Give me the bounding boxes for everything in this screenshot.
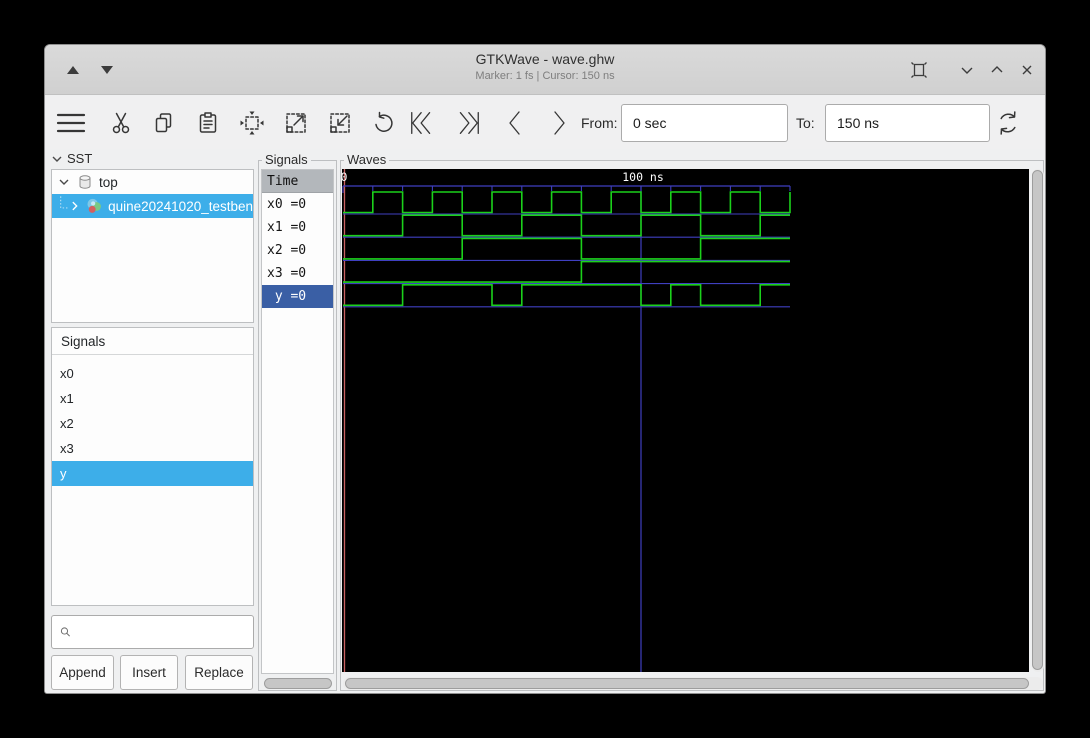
zoom-fit-button[interactable] — [237, 108, 267, 138]
signal-search-box[interactable] — [51, 615, 254, 649]
tree-item-top[interactable]: top — [52, 170, 253, 194]
close-button[interactable] — [1015, 58, 1039, 82]
waves-frame: Waves 0 100 ns — [340, 152, 1044, 691]
waves-horizontal-scrollbar[interactable] — [345, 678, 1029, 689]
reload-icon — [1000, 111, 1016, 135]
close-icon — [1022, 65, 1032, 75]
skip-to-start-icon — [411, 112, 431, 134]
search-icon — [60, 627, 70, 637]
cut-button[interactable] — [106, 108, 136, 138]
previous-edge-button[interactable] — [500, 108, 530, 138]
wave-names-frame-label: Signals — [262, 152, 311, 167]
clipboard-icon — [199, 112, 217, 133]
chevron-down-icon — [961, 67, 973, 74]
wave-names-frame: Signals Time x0 =0 x1 =0 x2 =0 x3 =0 y =… — [258, 152, 337, 691]
search-input[interactable] — [77, 616, 253, 648]
chevron-up-icon — [991, 66, 1003, 73]
wave-name-row-y[interactable]: y =0 — [262, 285, 333, 308]
module-icon — [87, 198, 101, 213]
tree-item-label: top — [99, 174, 118, 190]
zoom-out-button[interactable] — [325, 108, 355, 138]
waves-vertical-scrollbar[interactable] — [1032, 170, 1043, 670]
chevron-left-icon — [509, 111, 520, 135]
wave-trace-x1 — [343, 214, 790, 237]
sst-label: SST — [67, 151, 93, 166]
window-title: GTKWave - wave.ghw — [475, 51, 615, 67]
paste-button[interactable] — [193, 108, 223, 138]
names-horizontal-scrollbar[interactable] — [264, 678, 332, 689]
keep-above-icon — [911, 62, 927, 78]
keep-above-button[interactable] — [907, 58, 931, 82]
to-input[interactable] — [825, 104, 990, 142]
to-label: To: — [796, 115, 815, 131]
signal-list-item-y[interactable]: y — [52, 461, 253, 486]
expander-right-icon[interactable] — [69, 200, 81, 212]
go-to-end-button[interactable] — [452, 108, 482, 138]
signals-list-panel: Signals x0 x1 x2 x3 y — [51, 327, 254, 606]
signal-list-item-x0[interactable]: x0 — [52, 361, 253, 386]
titlebar[interactable]: GTKWave - wave.ghw Marker: 1 fs | Cursor… — [45, 45, 1045, 95]
expander-down-icon[interactable] — [58, 176, 70, 188]
signal-list-item-x1[interactable]: x1 — [52, 386, 253, 411]
reload-button[interactable] — [993, 108, 1023, 138]
wave-trace-y — [343, 284, 790, 307]
chevron-right-icon — [554, 111, 565, 135]
marker-cursor-status: Marker: 1 fs | Cursor: 150 ns — [475, 70, 615, 82]
waveform-svg: 0 100 ns — [342, 169, 791, 672]
undo-icon — [375, 111, 393, 132]
tree-item-label: quine20241020_testben — [108, 198, 253, 214]
wave-name-row-x0[interactable]: x0 =0 — [262, 193, 333, 216]
waves-vertical-scrollbar-track — [1032, 169, 1044, 672]
copy-icon — [155, 113, 172, 133]
wave-name-row-x1[interactable]: x1 =0 — [262, 216, 333, 239]
zoom-out-icon — [330, 113, 350, 133]
insert-button[interactable]: Insert — [120, 655, 178, 690]
menu-button[interactable] — [56, 108, 86, 138]
toolbar: From: To: — [45, 96, 1045, 149]
scissors-icon — [112, 112, 130, 134]
maximize-button[interactable] — [985, 58, 1009, 82]
waveform-canvas[interactable]: 0 100 ns — [342, 169, 1029, 672]
minimize-button[interactable] — [955, 58, 979, 82]
wave-names-list: Time x0 =0 x1 =0 x2 =0 x3 =0 y =0 — [261, 169, 334, 674]
database-icon — [79, 175, 91, 189]
from-input[interactable] — [621, 104, 788, 142]
skip-to-end-icon — [459, 112, 479, 134]
tree-connector — [60, 196, 69, 209]
go-to-start-button[interactable] — [408, 108, 438, 138]
zoom-fit-icon — [240, 111, 264, 135]
gtkwave-window: GTKWave - wave.ghw Marker: 1 fs | Cursor… — [44, 44, 1046, 694]
copy-button[interactable] — [149, 108, 179, 138]
hamburger-menu-icon — [56, 113, 86, 133]
wave-trace-x0 — [343, 191, 791, 214]
signal-list-item-x2[interactable]: x2 — [52, 411, 253, 436]
sst-section-header[interactable]: SST — [51, 151, 92, 166]
undo-button[interactable] — [368, 108, 398, 138]
zoom-in-button[interactable] — [281, 108, 311, 138]
wave-trace-x2 — [343, 237, 790, 260]
signal-list-item-x3[interactable]: x3 — [52, 436, 253, 461]
replace-button[interactable]: Replace — [185, 655, 253, 690]
waves-frame-label: Waves — [344, 152, 390, 167]
wave-name-row-x3[interactable]: x3 =0 — [262, 262, 333, 285]
tree-item-testbench[interactable]: quine20241020_testben — [52, 194, 253, 218]
next-edge-button[interactable] — [544, 108, 574, 138]
chevron-down-icon — [52, 156, 62, 162]
wave-trace-x3 — [343, 260, 790, 283]
signals-list-header: Signals — [52, 328, 253, 355]
sst-tree: top quine20241020_testben — [51, 169, 254, 323]
zoom-in-icon — [286, 113, 306, 133]
append-button[interactable]: Append — [51, 655, 114, 690]
from-label: From: — [581, 115, 618, 131]
time-header: Time — [262, 170, 333, 193]
svg-text:100 ns: 100 ns — [622, 170, 664, 184]
svg-text:0: 0 — [342, 170, 348, 184]
wave-name-row-x2[interactable]: x2 =0 — [262, 239, 333, 262]
